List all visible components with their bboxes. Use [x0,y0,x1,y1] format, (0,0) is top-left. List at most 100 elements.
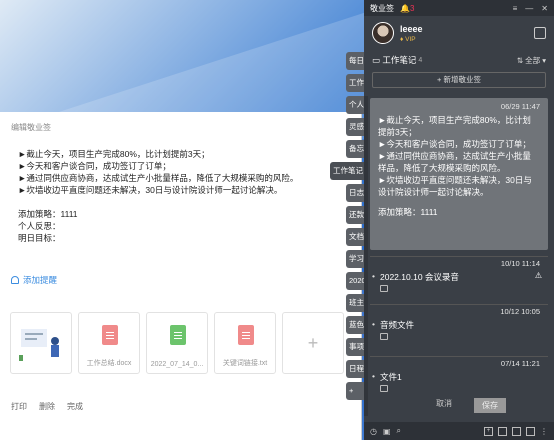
search-icon[interactable]: ⌕ [397,426,401,436]
note-line: ►坎墙收边平直度问题还未解决，30日与设计院设计师一起讨论解决。 [378,175,532,197]
note-date: 10/12 10:05 [500,307,540,316]
attachment-file[interactable]: 关键词链接.txt [214,312,276,374]
note-date: 10/10 11:14 [500,259,540,268]
tab-category[interactable]: 工作 [346,74,366,92]
active-note[interactable]: 06/29 11:47 ►截止今天，项目生产完成80%，比计划提前3天； ►今天… [370,98,548,250]
avatar[interactable] [372,22,394,44]
tab-category[interactable]: 班主 [346,294,366,312]
minimize-icon[interactable]: — [525,4,533,13]
calendar-icon[interactable] [534,27,546,39]
editor-line: 明日目标： [18,233,61,243]
vip-label: VIP [405,35,416,43]
category-icon[interactable] [498,426,507,436]
print-button[interactable]: 打印 [11,401,27,412]
delete-button[interactable]: 删除 [39,401,55,412]
add-category-tab[interactable]: + [346,382,366,400]
notification-count: 3 [409,3,415,13]
tab-category-active[interactable]: 工作笔记 [330,162,366,180]
sort-icon: ⇅ [516,55,526,65]
tab-category[interactable]: 个人 [346,96,366,114]
editor-line: ►今天和客户谈合同，成功签订了订单； [18,161,171,171]
close-icon[interactable]: ✕ [541,4,548,13]
complete-button[interactable]: 完成 [67,401,83,412]
illustration-thumbnail [19,329,59,361]
editor-line: 添加策略：1111 [18,209,78,219]
tab-category[interactable]: 还款 [346,206,366,224]
attachment-file[interactable]: 工作总结.docx [78,312,140,374]
tab-category[interactable]: 灵感 [346,118,366,136]
editor-line: ►截止今天，项目生产完成80%，比计划提前3天； [18,149,210,159]
new-note-button[interactable]: + 新增敬业签 [372,72,546,88]
attachment-name: 关键词链接.txt [222,360,268,367]
note-line: 添加策略：1111 [378,207,438,217]
tab-category[interactable]: 2020 [346,272,366,290]
editor-line: 个人反思： [18,221,61,231]
editor-line: ►通过同供应商协商，达成试生产小批量样品，降低了大规模采购的风险。 [18,173,299,183]
editor-actions: 打印 删除 完成 [11,401,83,412]
user-name: leeee [400,23,423,34]
tab-category[interactable]: 日志 [346,184,366,202]
note-item[interactable]: 07/14 11:21 文件1 [370,356,548,392]
filter-dropdown[interactable]: ⇅ 全部 ▾ [517,55,546,66]
tab-category[interactable]: 蓝色 [346,316,366,334]
sync-icon[interactable] [512,426,521,436]
tab-category[interactable]: 备忘 [346,140,366,158]
attachment-name: 2022_07_14_0... [150,361,204,368]
add-reminder-link[interactable]: 添加提醒 [11,274,57,286]
edit-note-window: 编辑敬业签 ►截止今天，项目生产完成80%，比计划提前3天； ►今天和客户谈合同… [0,112,362,440]
menu-icon[interactable]: ≡ [513,4,518,13]
calendar-small-icon[interactable]: ▣ [383,427,391,436]
attachment-list: 工作总结.docx 2022_07_14_0... 关键词链接.txt + [10,312,344,374]
add-reminder-label: 添加提醒 [23,275,58,285]
note-line: ►截止今天，项目生产完成80%，比计划提前3天； [378,115,531,137]
audio-file-icon [170,325,186,345]
tab-category[interactable]: 事项 [346,338,366,356]
panel-actions: 取消 保存 [436,398,506,413]
sticky-notes-panel: 敬业签 🔔3 ≡ — ✕ leeee ♦ VIP ▭ 工作笔记 4 ⇅ 全部 ▾… [364,0,554,440]
bell-icon [11,276,19,284]
tab-category[interactable]: 学习 [346,250,366,268]
note-line [378,198,538,206]
attachment-file[interactable]: 2022_07_14_0... [146,312,208,374]
note-date: 07/14 11:21 [500,359,540,368]
note-item[interactable]: 10/10 11:14 2022.10.10 会议录音 ⚠ [370,256,548,292]
tab-category[interactable]: 文档 [346,228,366,246]
editor-content[interactable]: ►截止今天，项目生产完成80%，比计划提前3天； ►今天和客户谈合同，成功签订了… [18,148,338,244]
section-count: 4 [418,56,423,64]
add-attachment-button[interactable]: + [282,312,344,374]
note-title: 音频文件 [372,319,414,331]
add-icon[interactable]: + [484,426,493,436]
editor-line: ►坎墙收边平直度问题还未解决，30日与设计院设计师一起讨论解决。 [18,185,283,195]
save-button[interactable]: 保存 [474,398,506,413]
note-content: ►截止今天，项目生产完成80%，比计划提前3天； ►今天和客户谈合同，成功签订了… [378,114,538,218]
tab-category[interactable]: 每日 [346,52,366,70]
document-icon [102,325,118,345]
attachment-name: 工作总结.docx [86,360,132,367]
app-title: 敬业签 [370,3,394,13]
note-icon: ▭ [372,54,383,65]
document-icon [238,325,254,345]
clock-icon[interactable]: ◷ [370,427,377,436]
note-line: ►今天和客户谈合同，成功签订了订单； [378,139,531,149]
share-icon[interactable] [526,426,535,436]
bottom-toolbar: ◷ ▣ ⌕ + ⋮ [364,422,554,440]
panel-shadow [364,96,368,416]
warning-icon: ⚠ [534,271,542,280]
vip-badge: ♦ VIP [400,35,416,43]
filter-label: 全部 [525,55,541,65]
more-icon[interactable]: ⋮ [540,427,548,436]
note-title: 2022.10.10 会议录音 [372,271,459,283]
title-bar: 敬业签 🔔3 ≡ — ✕ [364,0,554,16]
note-item[interactable]: 10/12 10:05 音频文件 [370,304,548,340]
attachment-icon [380,385,388,392]
tab-category[interactable]: 日程 [346,360,366,378]
note-date: 06/29 11:47 [500,102,540,111]
user-profile: leeee ♦ VIP [364,16,554,50]
cancel-button[interactable]: 取消 [436,398,452,413]
editor-title: 编辑敬业签 [11,123,51,132]
attachment-icon [380,333,388,340]
section-header: ▭ 工作笔记 4 ⇅ 全部 ▾ [364,50,554,70]
category-tabs: 每日 工作 个人 灵感 备忘 工作笔记 日志 还款 文档 学习 2020 班主 … [330,52,366,404]
attachment-image[interactable] [10,312,72,374]
notification-icon[interactable]: 🔔3 [400,4,414,13]
